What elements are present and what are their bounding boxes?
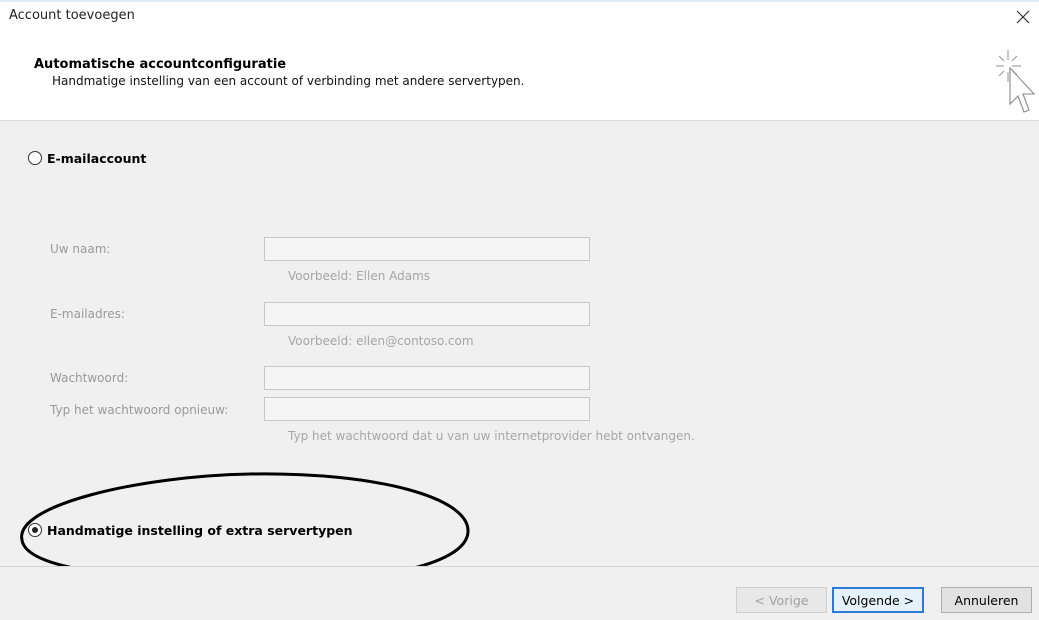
email-account-label[interactable]: E-mailaccount bbox=[47, 151, 146, 166]
name-hint: Voorbeeld: Ellen Adams bbox=[288, 269, 431, 283]
wizard-footer: < Vorige Volgende > Annuleren bbox=[0, 566, 1039, 620]
window-top-border bbox=[0, 0, 1039, 2]
header-subtitle: Handmatige instelling van een account of… bbox=[52, 74, 525, 88]
back-button[interactable]: < Vorige bbox=[736, 587, 827, 613]
password-retype-input[interactable] bbox=[264, 397, 590, 421]
window-title: Account toevoegen bbox=[9, 8, 135, 23]
close-icon bbox=[1016, 10, 1030, 24]
wizard-cursor-icon bbox=[996, 50, 1036, 113]
password-input[interactable] bbox=[264, 366, 590, 390]
title-bar: Account toevoegen bbox=[0, 0, 1039, 34]
radio-selected-dot bbox=[32, 527, 38, 533]
name-label: Uw naam: bbox=[50, 242, 111, 256]
password-retype-label: Typ het wachtwoord opnieuw: bbox=[50, 403, 229, 417]
email-account-radio[interactable] bbox=[28, 151, 42, 165]
email-label: E-mailadres: bbox=[50, 307, 125, 321]
manual-setup-radio[interactable] bbox=[28, 523, 42, 537]
close-button[interactable] bbox=[1010, 4, 1036, 30]
password-label: Wachtwoord: bbox=[50, 371, 129, 385]
email-hint: Voorbeeld: ellen@contoso.com bbox=[288, 334, 474, 348]
manual-setup-label[interactable]: Handmatige instelling of extra servertyp… bbox=[47, 523, 353, 538]
email-input[interactable] bbox=[264, 302, 590, 326]
next-button[interactable]: Volgende > bbox=[832, 587, 924, 613]
name-input[interactable] bbox=[264, 237, 590, 261]
cancel-button[interactable]: Annuleren bbox=[941, 587, 1032, 613]
wizard-header: Automatische accountconfiguratie Handmat… bbox=[0, 34, 1039, 120]
header-title: Automatische accountconfiguratie bbox=[34, 57, 287, 72]
password-hint: Typ het wachtwoord dat u van uw internet… bbox=[288, 429, 695, 443]
wizard-body bbox=[0, 120, 1039, 566]
